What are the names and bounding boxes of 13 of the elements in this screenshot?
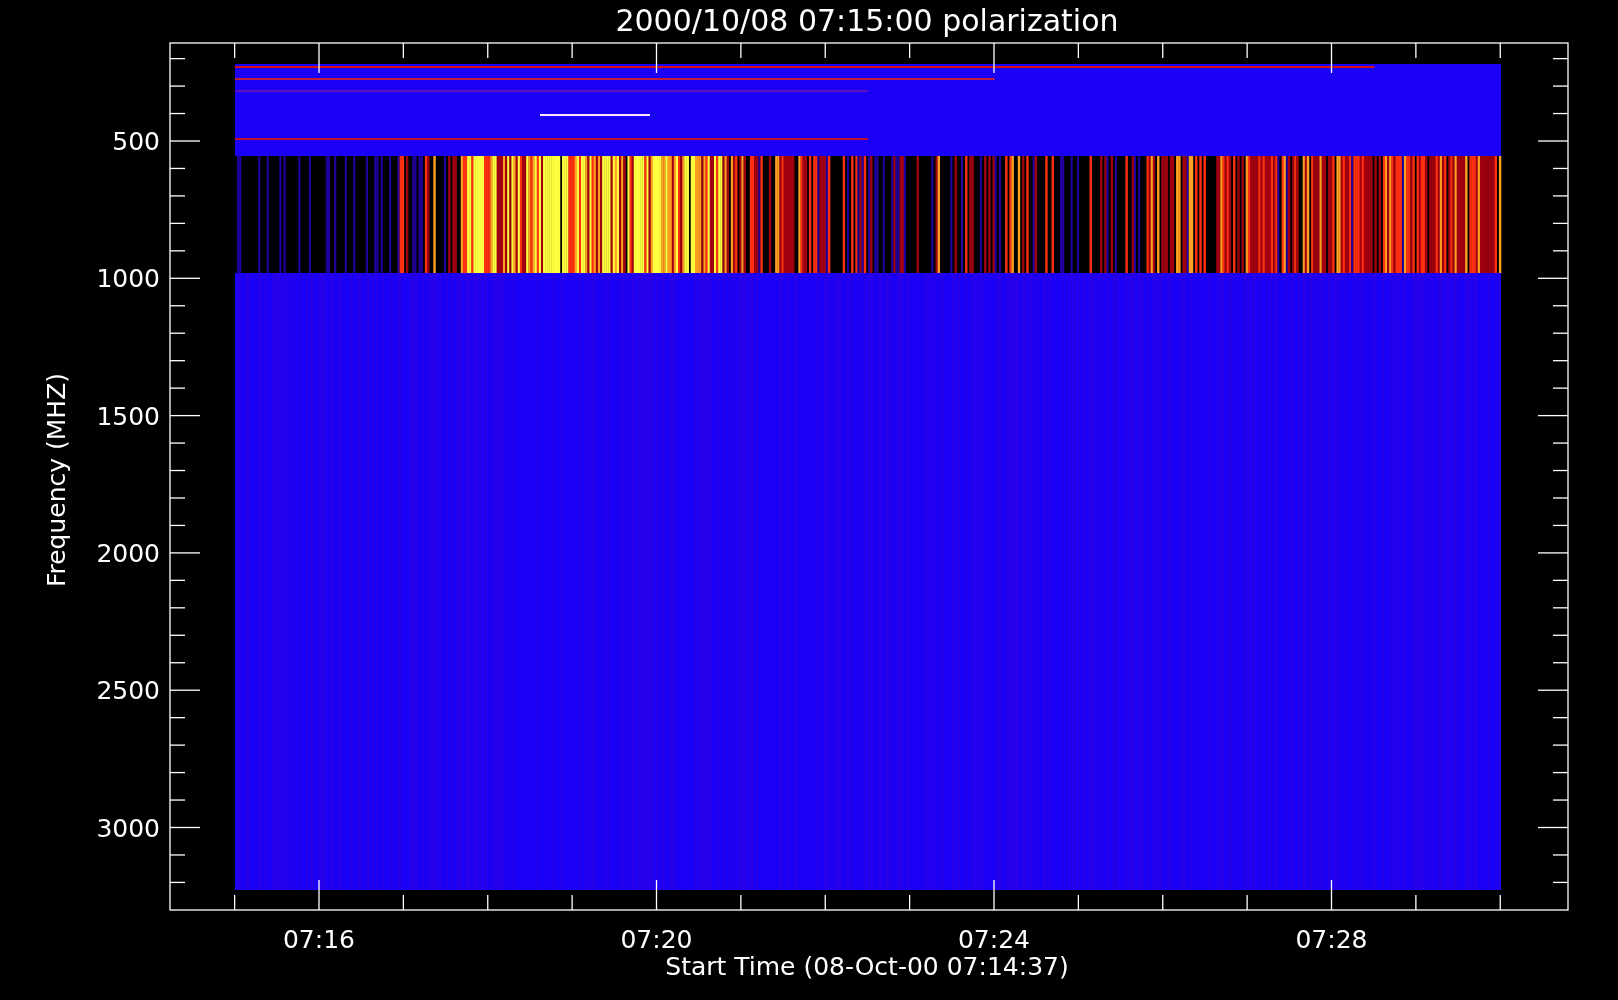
- y-tick-label: 2500: [96, 676, 160, 706]
- y-tick-label: 2000: [96, 538, 160, 568]
- y-tick-label: 500: [112, 127, 160, 156]
- y-axis-label: Frequency (MHZ): [42, 372, 71, 588]
- x-tick-label: 07:28: [1295, 925, 1368, 954]
- y-tick-label: 3000: [96, 813, 160, 843]
- y-tick-label: 1500: [96, 401, 160, 431]
- x-tick-label: 07:20: [620, 925, 693, 954]
- x-tick-label: 07:24: [958, 925, 1030, 954]
- chart-title: 2000/10/08 07:15:00 polarization: [615, 3, 1119, 38]
- x-axis-label: Start Time (08-Oct-00 07:14:37): [665, 952, 1069, 981]
- y-tick-label: 1000: [96, 264, 160, 294]
- x-tick-label: 07:16: [283, 925, 355, 954]
